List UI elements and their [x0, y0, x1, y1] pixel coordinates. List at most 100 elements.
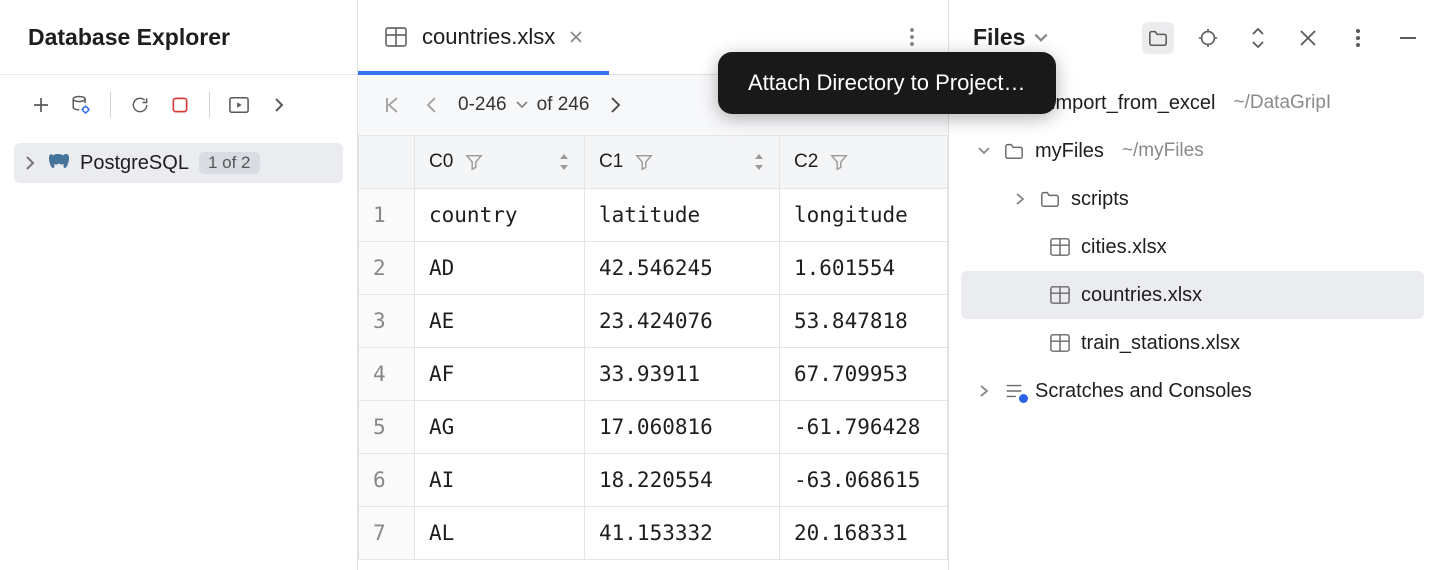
cell[interactable]: 18.220554: [585, 454, 780, 507]
sort-icon[interactable]: [558, 153, 570, 171]
row-number: 1: [359, 189, 415, 242]
datasource-label: PostgreSQL: [80, 152, 189, 175]
page-total: of 246: [537, 94, 590, 116]
cell[interactable]: 53.847818: [780, 295, 948, 348]
cell[interactable]: 23.424076: [585, 295, 780, 348]
tree-item-train-stations[interactable]: train_stations.xlsx: [949, 319, 1436, 367]
tab-label: countries.xlsx: [422, 24, 555, 50]
run-console-icon[interactable]: [222, 88, 256, 122]
folder-icon: [1003, 141, 1025, 161]
cell[interactable]: 1.601554: [780, 242, 948, 295]
folder-icon: [1039, 189, 1061, 209]
table-row[interactable]: 3AE23.42407653.847818: [359, 295, 948, 348]
add-icon[interactable]: [24, 88, 58, 122]
cell[interactable]: 41.153332: [585, 507, 780, 560]
stop-icon[interactable]: [163, 88, 197, 122]
tree-item-cities[interactable]: cities.xlsx: [949, 223, 1436, 271]
tree-label: Scratches and Consoles: [1035, 380, 1252, 403]
table-row[interactable]: 1countrylatitudelongitude: [359, 189, 948, 242]
tree-label: scripts: [1071, 188, 1129, 211]
tree-label: myFiles: [1035, 140, 1104, 163]
refresh-icon[interactable]: [123, 88, 157, 122]
tree-label: train_stations.xlsx: [1081, 332, 1240, 355]
tree-path: ~/myFiles: [1122, 140, 1204, 162]
table-row[interactable]: 7AL41.15333220.168331: [359, 507, 948, 560]
cell[interactable]: AD: [415, 242, 585, 295]
cell[interactable]: 33.93911: [585, 348, 780, 401]
row-number: 7: [359, 507, 415, 560]
table-row[interactable]: 6AI18.220554-63.068615: [359, 454, 948, 507]
chevron-right-icon: [975, 384, 993, 398]
table-icon: [1049, 285, 1071, 305]
cell[interactable]: AL: [415, 507, 585, 560]
left-panel-header: Database Explorer: [0, 0, 357, 75]
tree-item-myfiles[interactable]: myFiles ~/myFiles: [949, 127, 1436, 175]
table-icon: [1049, 237, 1071, 257]
chevron-right-icon: [24, 155, 36, 171]
minimize-icon[interactable]: [1392, 22, 1424, 54]
sort-icon[interactable]: [753, 153, 765, 171]
row-number: 5: [359, 401, 415, 454]
cell[interactable]: AG: [415, 401, 585, 454]
table-row[interactable]: 4AF33.9391167.709953: [359, 348, 948, 401]
cell[interactable]: 42.546245: [585, 242, 780, 295]
filter-icon[interactable]: [830, 153, 848, 171]
target-icon[interactable]: [1192, 22, 1224, 54]
cell[interactable]: -61.796428: [780, 401, 948, 454]
data-grid[interactable]: C0 C1: [358, 135, 948, 570]
more-tabs-icon[interactable]: [896, 21, 928, 53]
chevron-down-icon[interactable]: [1033, 31, 1049, 45]
scratches-icon: [1003, 381, 1025, 401]
cell[interactable]: longitude: [780, 189, 948, 242]
cell[interactable]: AF: [415, 348, 585, 401]
datasource-properties-icon[interactable]: [64, 88, 98, 122]
expand-collapse-icon[interactable]: [1242, 22, 1274, 54]
cell[interactable]: country: [415, 189, 585, 242]
files-tree: import_from_excel ~/DataGripI myFiles ~/…: [949, 75, 1436, 415]
table-row[interactable]: 2AD42.5462451.601554: [359, 242, 948, 295]
filter-icon[interactable]: [635, 153, 653, 171]
table-icon: [384, 26, 408, 48]
column-header-c1[interactable]: C1: [585, 136, 780, 189]
tooltip-attach-directory: Attach Directory to Project…: [718, 52, 1056, 114]
tree-path: ~/DataGripI: [1234, 92, 1332, 114]
first-page-icon[interactable]: [378, 95, 406, 115]
tree-item-scratches[interactable]: Scratches and Consoles: [949, 367, 1436, 415]
chevron-down-icon: [515, 99, 529, 111]
table-icon: [1049, 333, 1071, 353]
tree-item-scripts[interactable]: scripts: [949, 175, 1436, 223]
prev-page-icon[interactable]: [418, 95, 446, 115]
chevron-right-icon: [1011, 192, 1029, 206]
datasource-count-badge: 1 of 2: [199, 152, 260, 174]
cell[interactable]: latitude: [585, 189, 780, 242]
chevron-right-icon[interactable]: [262, 88, 296, 122]
cell[interactable]: AE: [415, 295, 585, 348]
page-range[interactable]: 0-246 of 246: [458, 94, 589, 116]
tree-label: import_from_excel: [1051, 92, 1216, 115]
row-number: 2: [359, 242, 415, 295]
column-label: C2: [794, 151, 818, 173]
left-panel-title: Database Explorer: [28, 24, 230, 51]
cell[interactable]: 67.709953: [780, 348, 948, 401]
row-number: 6: [359, 454, 415, 507]
toolbar-separator: [209, 92, 210, 118]
attach-directory-icon[interactable]: [1142, 22, 1174, 54]
column-header-c2[interactable]: C2: [780, 136, 948, 189]
close-icon[interactable]: [569, 30, 583, 44]
cell[interactable]: -63.068615: [780, 454, 948, 507]
more-icon[interactable]: [1342, 22, 1374, 54]
cell[interactable]: AI: [415, 454, 585, 507]
column-header-c0[interactable]: C0: [415, 136, 585, 189]
cell[interactable]: 20.168331: [780, 507, 948, 560]
filter-icon[interactable]: [465, 153, 483, 171]
tree-item-countries[interactable]: countries.xlsx: [961, 271, 1424, 319]
datasource-item-postgresql[interactable]: PostgreSQL 1 of 2: [14, 143, 343, 183]
postgresql-icon: [46, 151, 70, 175]
cell[interactable]: 17.060816: [585, 401, 780, 454]
next-page-icon[interactable]: [601, 95, 629, 115]
table-row[interactable]: 5AG17.060816-61.796428: [359, 401, 948, 454]
left-toolbar: [0, 75, 357, 135]
tree-label: countries.xlsx: [1081, 284, 1202, 307]
tab-countries[interactable]: countries.xlsx: [358, 0, 609, 74]
collapse-all-icon[interactable]: [1292, 22, 1324, 54]
